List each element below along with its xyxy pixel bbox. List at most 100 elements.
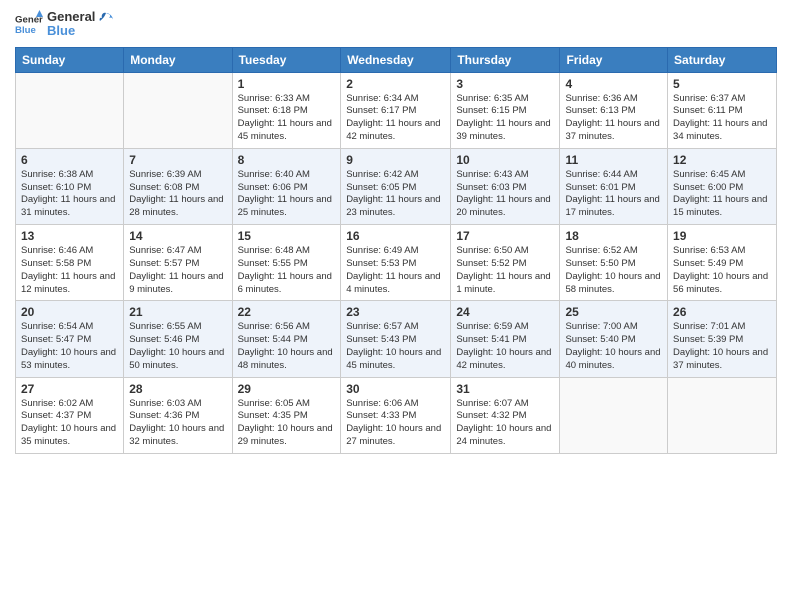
day-info: Sunrise: 6:35 AMSunset: 6:15 PMDaylight:… [456, 93, 554, 144]
day-number: 20 [21, 305, 118, 319]
calendar-week-1: 1 Sunrise: 6:33 AMSunset: 6:18 PMDaylight… [16, 72, 777, 148]
day-number: 19 [673, 229, 771, 243]
day-info: Sunrise: 7:01 AMSunset: 5:39 PMDaylight:… [673, 321, 771, 372]
day-info: Sunrise: 6:43 AMSunset: 6:03 PMDaylight:… [456, 169, 554, 220]
day-info: Sunrise: 6:57 AMSunset: 5:43 PMDaylight:… [346, 321, 445, 372]
calendar-table: SundayMondayTuesdayWednesdayThursdayFrid… [15, 47, 777, 454]
day-header-sunday: Sunday [16, 47, 124, 72]
day-header-saturday: Saturday [668, 47, 777, 72]
day-info: Sunrise: 6:56 AMSunset: 5:44 PMDaylight:… [238, 321, 336, 372]
day-number: 10 [456, 153, 554, 167]
day-number: 27 [21, 382, 118, 396]
day-number: 8 [238, 153, 336, 167]
header: General Blue General Blue [15, 10, 777, 39]
day-number: 31 [456, 382, 554, 396]
day-info: Sunrise: 7:00 AMSunset: 5:40 PMDaylight:… [565, 321, 662, 372]
day-number: 29 [238, 382, 336, 396]
day-number: 21 [129, 305, 226, 319]
calendar-cell: 16Sunrise: 6:49 AMSunset: 5:53 PMDayligh… [341, 225, 451, 301]
calendar-cell: 21Sunrise: 6:55 AMSunset: 5:46 PMDayligh… [124, 301, 232, 377]
logo-bird-icon [97, 11, 115, 29]
day-number: 17 [456, 229, 554, 243]
day-info: Sunrise: 6:06 AMSunset: 4:33 PMDaylight:… [346, 398, 445, 449]
calendar-cell [668, 377, 777, 453]
calendar-cell: 22 Sunrise: 6:56 AMSunset: 5:44 PMDayligh… [232, 301, 341, 377]
calendar-cell: 28 Sunrise: 6:03 AMSunset: 4:36 PMDayligh… [124, 377, 232, 453]
calendar-cell: 6 Sunrise: 6:38 AMSunset: 6:10 PMDaylight… [16, 148, 124, 224]
day-header-friday: Friday [560, 47, 668, 72]
calendar-cell: 8 Sunrise: 6:40 AMSunset: 6:06 PMDaylight… [232, 148, 341, 224]
day-number: 14 [129, 229, 226, 243]
day-info: Sunrise: 6:40 AMSunset: 6:06 PMDaylight:… [238, 169, 336, 220]
day-number: 30 [346, 382, 445, 396]
calendar-cell: 29Sunrise: 6:05 AMSunset: 4:35 PMDayligh… [232, 377, 341, 453]
day-info: Sunrise: 6:52 AMSunset: 5:50 PMDaylight:… [565, 245, 662, 296]
calendar-cell: 3 Sunrise: 6:35 AMSunset: 6:15 PMDaylight… [451, 72, 560, 148]
day-info: Sunrise: 6:50 AMSunset: 5:52 PMDaylight:… [456, 245, 554, 296]
calendar-cell: 19 Sunrise: 6:53 AMSunset: 5:49 PMDayligh… [668, 225, 777, 301]
calendar-cell: 12 Sunrise: 6:45 AMSunset: 6:00 PMDayligh… [668, 148, 777, 224]
calendar-cell: 7Sunrise: 6:39 AMSunset: 6:08 PMDaylight… [124, 148, 232, 224]
day-number: 6 [21, 153, 118, 167]
day-number: 13 [21, 229, 118, 243]
day-header-tuesday: Tuesday [232, 47, 341, 72]
calendar-cell: 10 Sunrise: 6:43 AMSunset: 6:03 PMDayligh… [451, 148, 560, 224]
calendar-cell: 17 Sunrise: 6:50 AMSunset: 5:52 PMDayligh… [451, 225, 560, 301]
day-number: 25 [565, 305, 662, 319]
day-info: Sunrise: 6:33 AMSunset: 6:18 PMDaylight:… [238, 93, 336, 144]
day-info: Sunrise: 6:53 AMSunset: 5:49 PMDaylight:… [673, 245, 771, 296]
day-number: 7 [129, 153, 226, 167]
calendar-week-5: 27 Sunrise: 6:02 AMSunset: 4:37 PMDayligh… [16, 377, 777, 453]
day-number: 12 [673, 153, 771, 167]
logo: General Blue General Blue [15, 10, 115, 39]
day-number: 24 [456, 305, 554, 319]
logo-icon: General Blue [15, 10, 43, 38]
day-info: Sunrise: 6:47 AMSunset: 5:57 PMDaylight:… [129, 245, 226, 296]
day-info: Sunrise: 6:46 AMSunset: 5:58 PMDaylight:… [21, 245, 118, 296]
calendar-header-row: SundayMondayTuesdayWednesdayThursdayFrid… [16, 47, 777, 72]
calendar-cell: 24 Sunrise: 6:59 AMSunset: 5:41 PMDayligh… [451, 301, 560, 377]
calendar-week-4: 20 Sunrise: 6:54 AMSunset: 5:47 PMDayligh… [16, 301, 777, 377]
page: General Blue General Blue SundayMondayTu… [0, 0, 792, 612]
day-info: Sunrise: 6:42 AMSunset: 6:05 PMDaylight:… [346, 169, 445, 220]
calendar-cell: 15 Sunrise: 6:48 AMSunset: 5:55 PMDayligh… [232, 225, 341, 301]
day-number: 4 [565, 77, 662, 91]
day-info: Sunrise: 6:02 AMSunset: 4:37 PMDaylight:… [21, 398, 118, 449]
day-number: 1 [238, 77, 336, 91]
calendar-cell: 27 Sunrise: 6:02 AMSunset: 4:37 PMDayligh… [16, 377, 124, 453]
svg-text:Blue: Blue [15, 25, 36, 36]
day-info: Sunrise: 6:38 AMSunset: 6:10 PMDaylight:… [21, 169, 118, 220]
day-info: Sunrise: 6:45 AMSunset: 6:00 PMDaylight:… [673, 169, 771, 220]
day-info: Sunrise: 6:48 AMSunset: 5:55 PMDaylight:… [238, 245, 336, 296]
logo-general: General [47, 10, 95, 24]
calendar-cell [560, 377, 668, 453]
day-number: 28 [129, 382, 226, 396]
day-info: Sunrise: 6:36 AMSunset: 6:13 PMDaylight:… [565, 93, 662, 144]
calendar-cell: 2Sunrise: 6:34 AMSunset: 6:17 PMDaylight… [341, 72, 451, 148]
day-info: Sunrise: 6:54 AMSunset: 5:47 PMDaylight:… [21, 321, 118, 372]
day-number: 5 [673, 77, 771, 91]
day-info: Sunrise: 6:34 AMSunset: 6:17 PMDaylight:… [346, 93, 445, 144]
calendar-cell: 4 Sunrise: 6:36 AMSunset: 6:13 PMDaylight… [560, 72, 668, 148]
calendar-cell: 30 Sunrise: 6:06 AMSunset: 4:33 PMDayligh… [341, 377, 451, 453]
day-number: 16 [346, 229, 445, 243]
logo-blue: Blue [47, 24, 95, 38]
calendar-cell: 23Sunrise: 6:57 AMSunset: 5:43 PMDayligh… [341, 301, 451, 377]
calendar-cell: 14 Sunrise: 6:47 AMSunset: 5:57 PMDayligh… [124, 225, 232, 301]
day-info: Sunrise: 6:37 AMSunset: 6:11 PMDaylight:… [673, 93, 771, 144]
calendar-cell [124, 72, 232, 148]
day-number: 18 [565, 229, 662, 243]
calendar-cell: 13 Sunrise: 6:46 AMSunset: 5:58 PMDayligh… [16, 225, 124, 301]
day-info: Sunrise: 6:07 AMSunset: 4:32 PMDaylight:… [456, 398, 554, 449]
day-number: 22 [238, 305, 336, 319]
day-info: Sunrise: 6:59 AMSunset: 5:41 PMDaylight:… [456, 321, 554, 372]
calendar-cell: 26Sunrise: 7:01 AMSunset: 5:39 PMDayligh… [668, 301, 777, 377]
calendar-cell: 31 Sunrise: 6:07 AMSunset: 4:32 PMDayligh… [451, 377, 560, 453]
calendar-cell: 11Sunrise: 6:44 AMSunset: 6:01 PMDayligh… [560, 148, 668, 224]
calendar-cell: 20 Sunrise: 6:54 AMSunset: 5:47 PMDayligh… [16, 301, 124, 377]
day-number: 3 [456, 77, 554, 91]
day-header-monday: Monday [124, 47, 232, 72]
day-number: 15 [238, 229, 336, 243]
calendar-cell: 9Sunrise: 6:42 AMSunset: 6:05 PMDaylight… [341, 148, 451, 224]
day-info: Sunrise: 6:03 AMSunset: 4:36 PMDaylight:… [129, 398, 226, 449]
